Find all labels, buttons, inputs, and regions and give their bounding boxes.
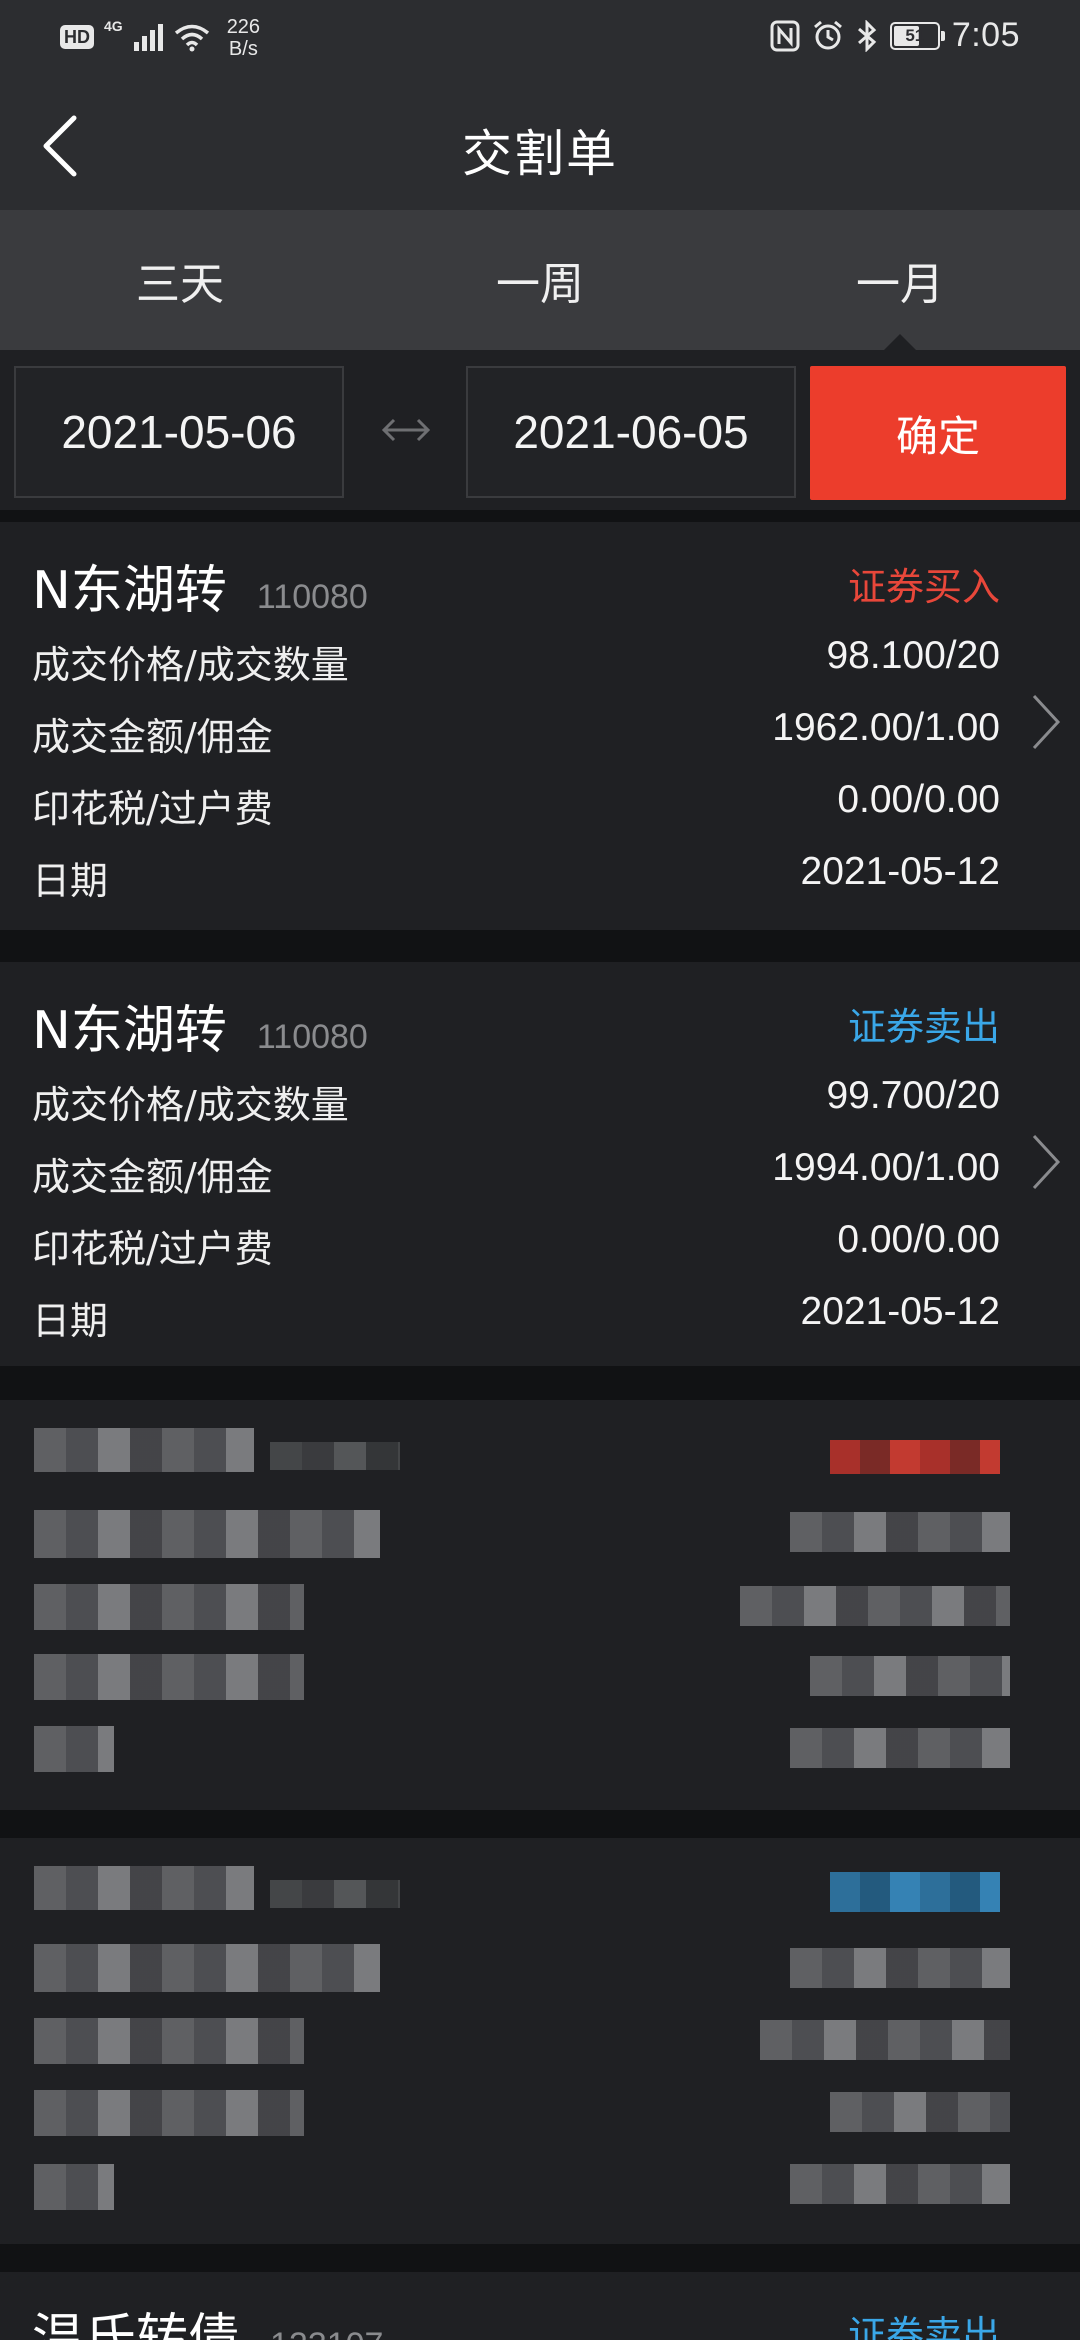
- end-date-field[interactable]: 2021-06-05: [466, 366, 796, 498]
- amount-fee-row: 成交金额/佣金 1962.00/1.00: [32, 706, 1000, 759]
- network-speed: 226 B/s: [226, 16, 261, 60]
- tab-one-week[interactable]: 一周: [360, 210, 720, 350]
- tax-transfer-row: 印花税/过户费 0.00/0.00: [32, 778, 1000, 831]
- page-title: 交割单: [462, 125, 618, 183]
- obscured-value: [740, 1586, 1010, 1626]
- trade-type-badge: 证券买入: [847, 565, 1000, 609]
- trade-record[interactable]: 温氏转债 123107 证券卖出: [0, 2272, 1080, 2340]
- obscured-trade-record[interactable]: [0, 1400, 1080, 1810]
- chevron-right-icon: [1032, 1134, 1061, 1190]
- trade-type-badge: 证券卖出: [847, 1005, 1000, 1049]
- obscured-label: [34, 1654, 304, 1700]
- nfc-icon: [770, 20, 800, 51]
- wifi-icon: [174, 24, 209, 52]
- stock-name: N东湖转: [32, 1001, 227, 1061]
- obscured-label: [34, 1944, 380, 1992]
- period-tabs: 三天 一周 一月: [0, 210, 1080, 350]
- obscured-label: [34, 1510, 380, 1558]
- obscured-trade-record[interactable]: [0, 1838, 1080, 2244]
- obscured-type: [830, 1440, 1000, 1474]
- tax-transfer-row: 印花税/过户费 0.00/0.00: [32, 1218, 1000, 1271]
- stock-name: 温氏转债: [32, 2309, 241, 2340]
- trade-type-badge: 证券卖出: [847, 2313, 1000, 2340]
- price-qty-row: 成交价格/成交数量 99.700/20: [32, 1074, 1000, 1127]
- obscured-label: [34, 2164, 114, 2210]
- network-type: 4G: [104, 18, 123, 34]
- obscured-name: [34, 1428, 254, 1472]
- obscured-label: [34, 2090, 304, 2136]
- obscured-value: [830, 2092, 1010, 2132]
- stock-name: N东湖转: [32, 561, 227, 621]
- tab-one-month[interactable]: 一月: [720, 210, 1080, 350]
- confirm-button[interactable]: 确定: [810, 366, 1066, 500]
- stock-code: 110080: [256, 578, 368, 616]
- obscured-code: [270, 1442, 400, 1470]
- obscured-value: [810, 1656, 1010, 1696]
- alarm-icon: [813, 20, 842, 49]
- price-qty-row: 成交价格/成交数量 98.100/20: [32, 634, 1000, 687]
- start-date-field[interactable]: 2021-05-06: [14, 366, 344, 498]
- date-row: 日期 2021-05-12: [32, 1290, 1000, 1343]
- trade-record[interactable]: N东湖转 110080 证券卖出 成交价格/成交数量 99.700/20 成交金额…: [0, 962, 1080, 1366]
- tab-three-days[interactable]: 三天: [0, 210, 360, 350]
- battery-icon: 51: [889, 21, 945, 50]
- obscured-label: [34, 1584, 304, 1630]
- date-range-filter: 2021-05-06 2021-06-05 确定: [0, 350, 1080, 510]
- obscured-value: [760, 2020, 1010, 2060]
- range-arrow-icon: [381, 418, 431, 442]
- obscured-value: [790, 1512, 1010, 1552]
- obscured-type: [830, 1872, 1000, 1912]
- trade-record[interactable]: N东湖转 110080 证券买入 成交价格/成交数量 98.100/20 成交金额…: [0, 522, 1080, 930]
- bluetooth-icon: [857, 19, 877, 52]
- obscured-value: [790, 1728, 1010, 1768]
- signal-icon: [133, 24, 163, 51]
- header: 交割单: [0, 80, 1080, 210]
- obscured-code: [270, 1880, 400, 1908]
- amount-fee-row: 成交金额/佣金 1994.00/1.00: [32, 1146, 1000, 1199]
- chevron-right-icon: [1032, 694, 1061, 750]
- hd-indicator: HD: [60, 25, 94, 49]
- obscured-value: [790, 1948, 1010, 1988]
- obscured-label: [34, 2018, 304, 2064]
- status-bar: HD 4G 226 B/s 51 7:05: [0, 0, 1080, 80]
- obscured-label: [34, 1726, 114, 1772]
- obscured-name: [34, 1866, 254, 1910]
- clock: 7:05: [951, 16, 1020, 54]
- date-row: 日期 2021-05-12: [32, 850, 1000, 903]
- obscured-value: [790, 2164, 1010, 2204]
- stock-code: 123107: [270, 2326, 383, 2340]
- stock-code: 110080: [256, 1018, 368, 1056]
